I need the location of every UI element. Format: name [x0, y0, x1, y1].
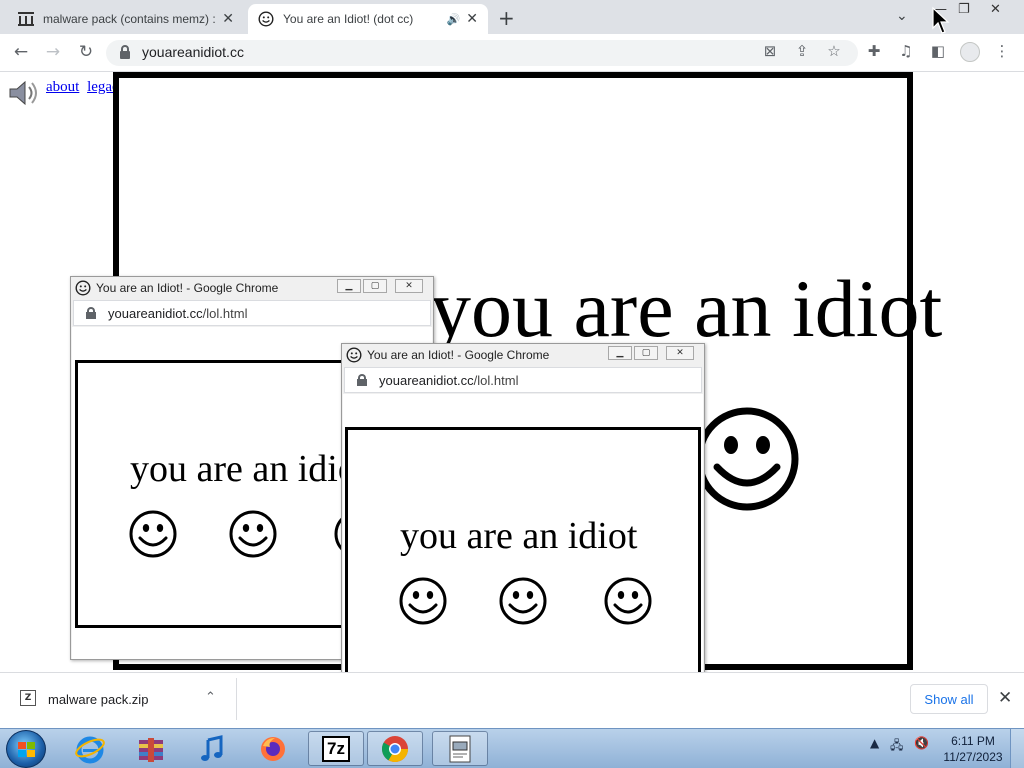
music-player-icon[interactable]: [184, 731, 240, 766]
forward-button[interactable]: →: [42, 42, 64, 62]
idiot-frame: you are an idiot: [75, 360, 345, 628]
side-panel-icon[interactable]: ◧: [928, 42, 948, 60]
popup-title: You are an Idiot! - Google Chrome: [367, 348, 550, 362]
media-controls-icon[interactable]: ♫: [896, 42, 916, 60]
winrar-icon[interactable]: [123, 731, 179, 766]
minimize-button[interactable]: ▁: [337, 279, 361, 293]
mouse-cursor-icon: [932, 6, 950, 34]
headline: you are an idiot: [430, 263, 943, 354]
smiley-icon: [695, 407, 799, 511]
firefox-icon[interactable]: [245, 731, 301, 766]
lock-icon[interactable]: [120, 45, 130, 59]
7zip-icon: 7z: [322, 735, 350, 762]
idiot-text: you are an idiot: [400, 515, 638, 557]
popup-url-path: /lol.html: [473, 372, 519, 388]
bookmark-star-icon[interactable]: ☆: [824, 42, 844, 60]
building-columns-icon: [18, 12, 34, 26]
7zip-taskbar-item[interactable]: 7z: [308, 731, 364, 766]
tab-title: malware pack (contains memz) :: [43, 12, 216, 26]
document-icon: [449, 735, 471, 762]
idiot-frame: you are an idiot: [345, 427, 701, 693]
volume-muted-icon[interactable]: 🔇: [914, 736, 929, 750]
document-taskbar-item[interactable]: [432, 731, 488, 766]
tab-search-chevron-icon[interactable]: ⌄: [896, 8, 908, 24]
tab-malware-pack[interactable]: malware pack (contains memz) : ✕: [8, 4, 244, 34]
download-shelf: [0, 672, 1024, 728]
close-button[interactable]: ✕: [666, 346, 694, 360]
show-hidden-icons-chevron[interactable]: ▲: [870, 736, 879, 750]
lock-icon: [357, 374, 367, 386]
close-icon[interactable]: ✕: [466, 11, 478, 27]
divider: [236, 678, 237, 720]
popup-title: You are an Idiot! - Google Chrome: [96, 281, 279, 295]
smiley-icon: [129, 510, 177, 558]
profile-avatar[interactable]: [960, 42, 980, 62]
popup-url-path: /lol.html: [202, 305, 248, 321]
smiley-icon: [499, 577, 547, 625]
lock-icon: [86, 307, 96, 319]
smiley-icon: [604, 577, 652, 625]
maximize-button[interactable]: ▢: [634, 346, 658, 360]
idiot-text: you are an idiot: [130, 448, 345, 490]
reload-button[interactable]: ↻: [75, 42, 97, 62]
chrome-taskbar-item[interactable]: [367, 731, 423, 766]
new-tab-button[interactable]: +: [498, 6, 515, 30]
show-desktop-button[interactable]: [1010, 729, 1024, 768]
maximize-button[interactable]: ▢: [363, 279, 387, 293]
chrome-icon: [381, 735, 409, 762]
system-clock[interactable]: 6:11 PM 11/27/2023: [942, 733, 1004, 765]
popup-url-host: youareanidiot.cc: [108, 305, 203, 321]
tab-title: You are an Idiot! (dot cc): [283, 12, 414, 26]
smiley-icon: [229, 510, 277, 558]
share-icon[interactable]: ⇪: [792, 42, 812, 60]
internet-explorer-icon[interactable]: [62, 731, 118, 766]
back-button[interactable]: ←: [10, 42, 32, 62]
popup-url-host: youareanidiot.cc: [379, 372, 474, 388]
minimize-button[interactable]: ▁: [608, 346, 632, 360]
about-link[interactable]: about: [46, 79, 79, 95]
chevron-up-icon[interactable]: ⌃: [205, 690, 216, 705]
popup-address-bar[interactable]: youareanidiot.cc/lol.html: [344, 367, 702, 393]
popup-window[interactable]: You are an Idiot! - Google Chrome ▁ ▢ ✕ …: [341, 343, 705, 727]
tab-you-are-an-idiot[interactable]: You are an Idiot! (dot cc) 🔊 ✕: [248, 4, 488, 34]
address-bar-url[interactable]: youareanidiot.cc: [142, 44, 244, 60]
menu-kebab-icon[interactable]: ⋮: [992, 42, 1012, 60]
smiley-icon: [258, 11, 274, 27]
restore-button[interactable]: ❐: [958, 2, 970, 17]
clock-date: 11/27/2023: [943, 750, 1003, 764]
popup-blocked-icon[interactable]: ⊠: [760, 42, 780, 60]
smiley-icon: [399, 577, 447, 625]
close-button[interactable]: ✕: [395, 279, 423, 293]
clock-time: 6:11 PM: [951, 734, 995, 748]
close-icon[interactable]: ✕: [998, 688, 1012, 708]
download-file-name[interactable]: malware pack.zip: [48, 692, 148, 707]
smiley-icon: [75, 280, 91, 296]
network-icon[interactable]: 🖧: [890, 736, 903, 757]
audio-playing-icon[interactable]: 🔊: [447, 13, 461, 26]
start-button[interactable]: [6, 730, 46, 768]
smiley-icon: [346, 347, 362, 363]
show-all-button[interactable]: Show all: [910, 684, 988, 714]
zip-file-icon[interactable]: Z: [20, 690, 36, 706]
popup-address-bar[interactable]: youareanidiot.cc/lol.html: [73, 300, 431, 326]
extensions-puzzle-icon[interactable]: ✚: [864, 42, 884, 60]
speaker-icon[interactable]: [7, 77, 41, 109]
close-icon[interactable]: ✕: [222, 11, 234, 27]
window-close-button[interactable]: ✕: [990, 2, 1001, 17]
